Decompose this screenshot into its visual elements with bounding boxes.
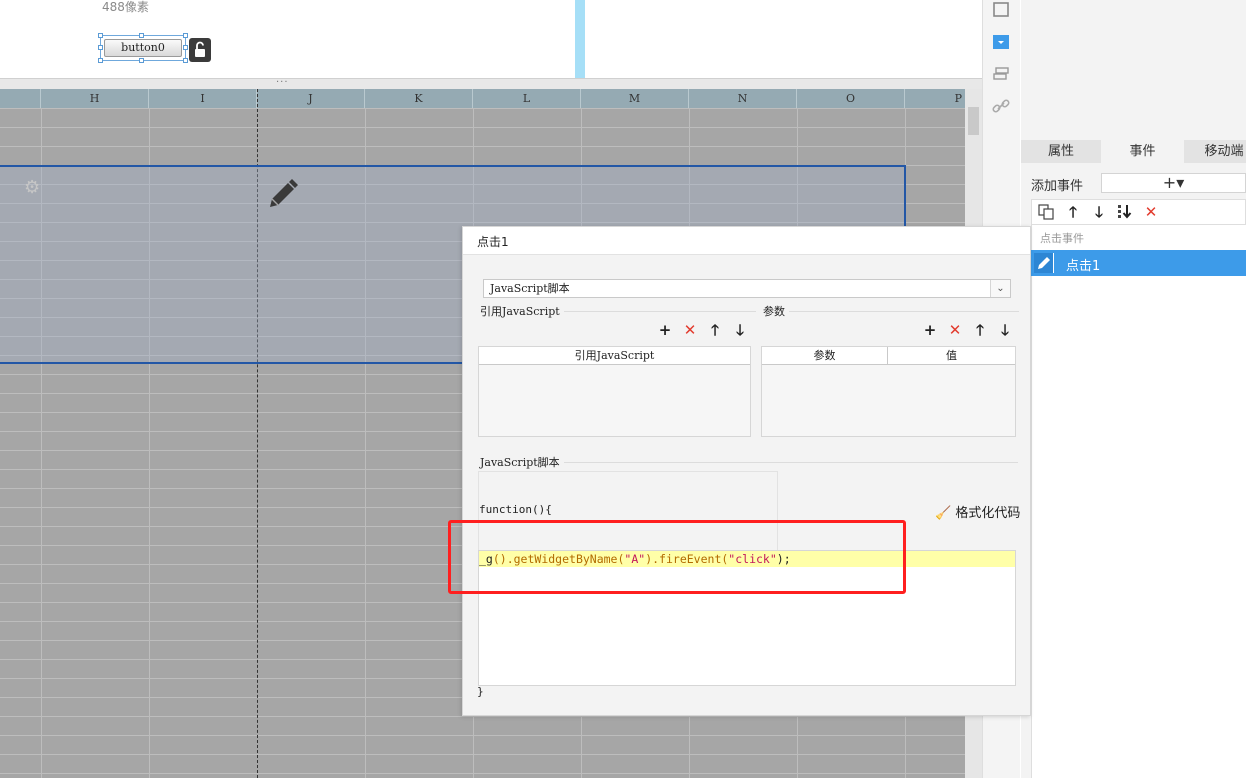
ref-js-section-label: 引用JavaScript [480, 303, 564, 319]
dialog-title: 点击1 [477, 235, 509, 249]
column-header-l[interactable]: L [473, 89, 581, 108]
link-icon[interactable] [991, 96, 1011, 116]
function-footer: } [477, 685, 484, 698]
copy-icon[interactable] [1037, 203, 1055, 221]
pencil-icon[interactable] [266, 177, 300, 214]
ref-js-table[interactable]: 引用JavaScript [478, 346, 751, 437]
scrollbar-thumb[interactable] [968, 107, 979, 135]
resize-handle[interactable] [139, 33, 144, 38]
param-name-column-header[interactable]: 参数 [762, 347, 888, 365]
param-value-column-header[interactable]: 值 [888, 347, 1015, 365]
column-header-i[interactable]: I [149, 89, 257, 108]
move-up-param-icon[interactable]: 🡑 [972, 322, 988, 338]
tab-mobile[interactable]: 移动端 [1184, 140, 1246, 163]
panel-tabs: 属性 事件 移动端 [1021, 140, 1246, 163]
resize-handle[interactable] [183, 45, 188, 50]
layer-icon[interactable] [991, 64, 1011, 84]
move-up-ref-icon[interactable]: 🡑 [707, 322, 723, 338]
move-down-ref-icon[interactable]: 🡓 [732, 322, 748, 338]
column-header-n[interactable]: N [689, 89, 797, 108]
move-down-param-icon[interactable]: 🡓 [997, 322, 1013, 338]
resize-handle[interactable] [139, 58, 144, 63]
add-param-icon[interactable]: + [922, 322, 938, 338]
tab-events[interactable]: 事件 [1101, 140, 1184, 163]
format-code-label: 格式化代码 [955, 506, 1021, 521]
move-down-icon[interactable]: 🡓 [1090, 203, 1108, 221]
lock-icon[interactable] [189, 38, 211, 62]
canvas-splitter[interactable] [0, 78, 982, 89]
resize-handle[interactable] [98, 33, 103, 38]
dialog-title-bar[interactable] [463, 227, 1030, 255]
gear-icon[interactable]: ⚙ [24, 177, 40, 198]
column-header-k[interactable]: K [365, 89, 473, 108]
column-header-j[interactable]: J [257, 89, 365, 108]
size-label: 488像素 [102, 0, 149, 14]
resize-handle[interactable] [98, 45, 103, 50]
resize-handle[interactable] [98, 58, 103, 63]
dropdown-widget-icon[interactable] [991, 32, 1011, 52]
column-header-h[interactable]: H [41, 89, 149, 108]
delete-ref-icon[interactable]: ✕ [682, 322, 698, 338]
event-toolbar: 🡑 🡓 ✕ [1031, 199, 1246, 225]
function-header: function(){ [479, 503, 552, 516]
js-section-label: JavaScript脚本 [480, 454, 564, 470]
delete-param-icon[interactable]: ✕ [947, 322, 963, 338]
section-divider [763, 311, 1019, 312]
event-list [1031, 225, 1246, 778]
add-event-button[interactable]: +▾ [1101, 173, 1246, 193]
ref-js-column-header[interactable]: 引用JavaScript [479, 347, 750, 365]
params-section-label: 参数 [763, 303, 789, 319]
event-type-select[interactable]: JavaScript脚本 [483, 279, 1011, 298]
add-ref-icon[interactable]: + [657, 322, 673, 338]
resize-handle[interactable] [183, 33, 188, 38]
resize-handle[interactable] [183, 58, 188, 63]
event-item-label: 点击1 [1066, 259, 1101, 274]
tab-attributes[interactable]: 属性 [1021, 140, 1101, 163]
column-header-p[interactable]: P [905, 89, 965, 108]
format-code-button[interactable]: 🧹 格式化代码 [935, 502, 1020, 521]
column-headers: H I J K L M N O P [0, 89, 965, 108]
broom-icon: 🧹 [935, 506, 952, 521]
frame-icon[interactable] [991, 0, 1011, 20]
button0-widget[interactable]: button0 [104, 39, 182, 57]
move-up-icon[interactable]: 🡑 [1064, 203, 1082, 221]
column-header-o[interactable]: O [797, 89, 905, 108]
add-event-label: 添加事件 [1031, 179, 1084, 194]
move-bottom-icon[interactable] [1116, 203, 1134, 221]
annotation-highlight-box [448, 520, 906, 594]
event-item-click1[interactable] [1031, 250, 1246, 276]
column-header-m[interactable]: M [581, 89, 689, 108]
params-table[interactable]: 参数 值 [761, 346, 1016, 437]
edit-event-icon[interactable] [1034, 253, 1054, 273]
column-header[interactable] [0, 89, 41, 108]
splitter-grip[interactable]: ··· [276, 77, 289, 88]
event-category-label: 点击事件 [1040, 232, 1084, 245]
delete-event-icon[interactable]: ✕ [1142, 203, 1160, 221]
layout-boundary-line [575, 0, 585, 79]
chevron-down-icon[interactable]: ⌄ [990, 280, 1010, 297]
